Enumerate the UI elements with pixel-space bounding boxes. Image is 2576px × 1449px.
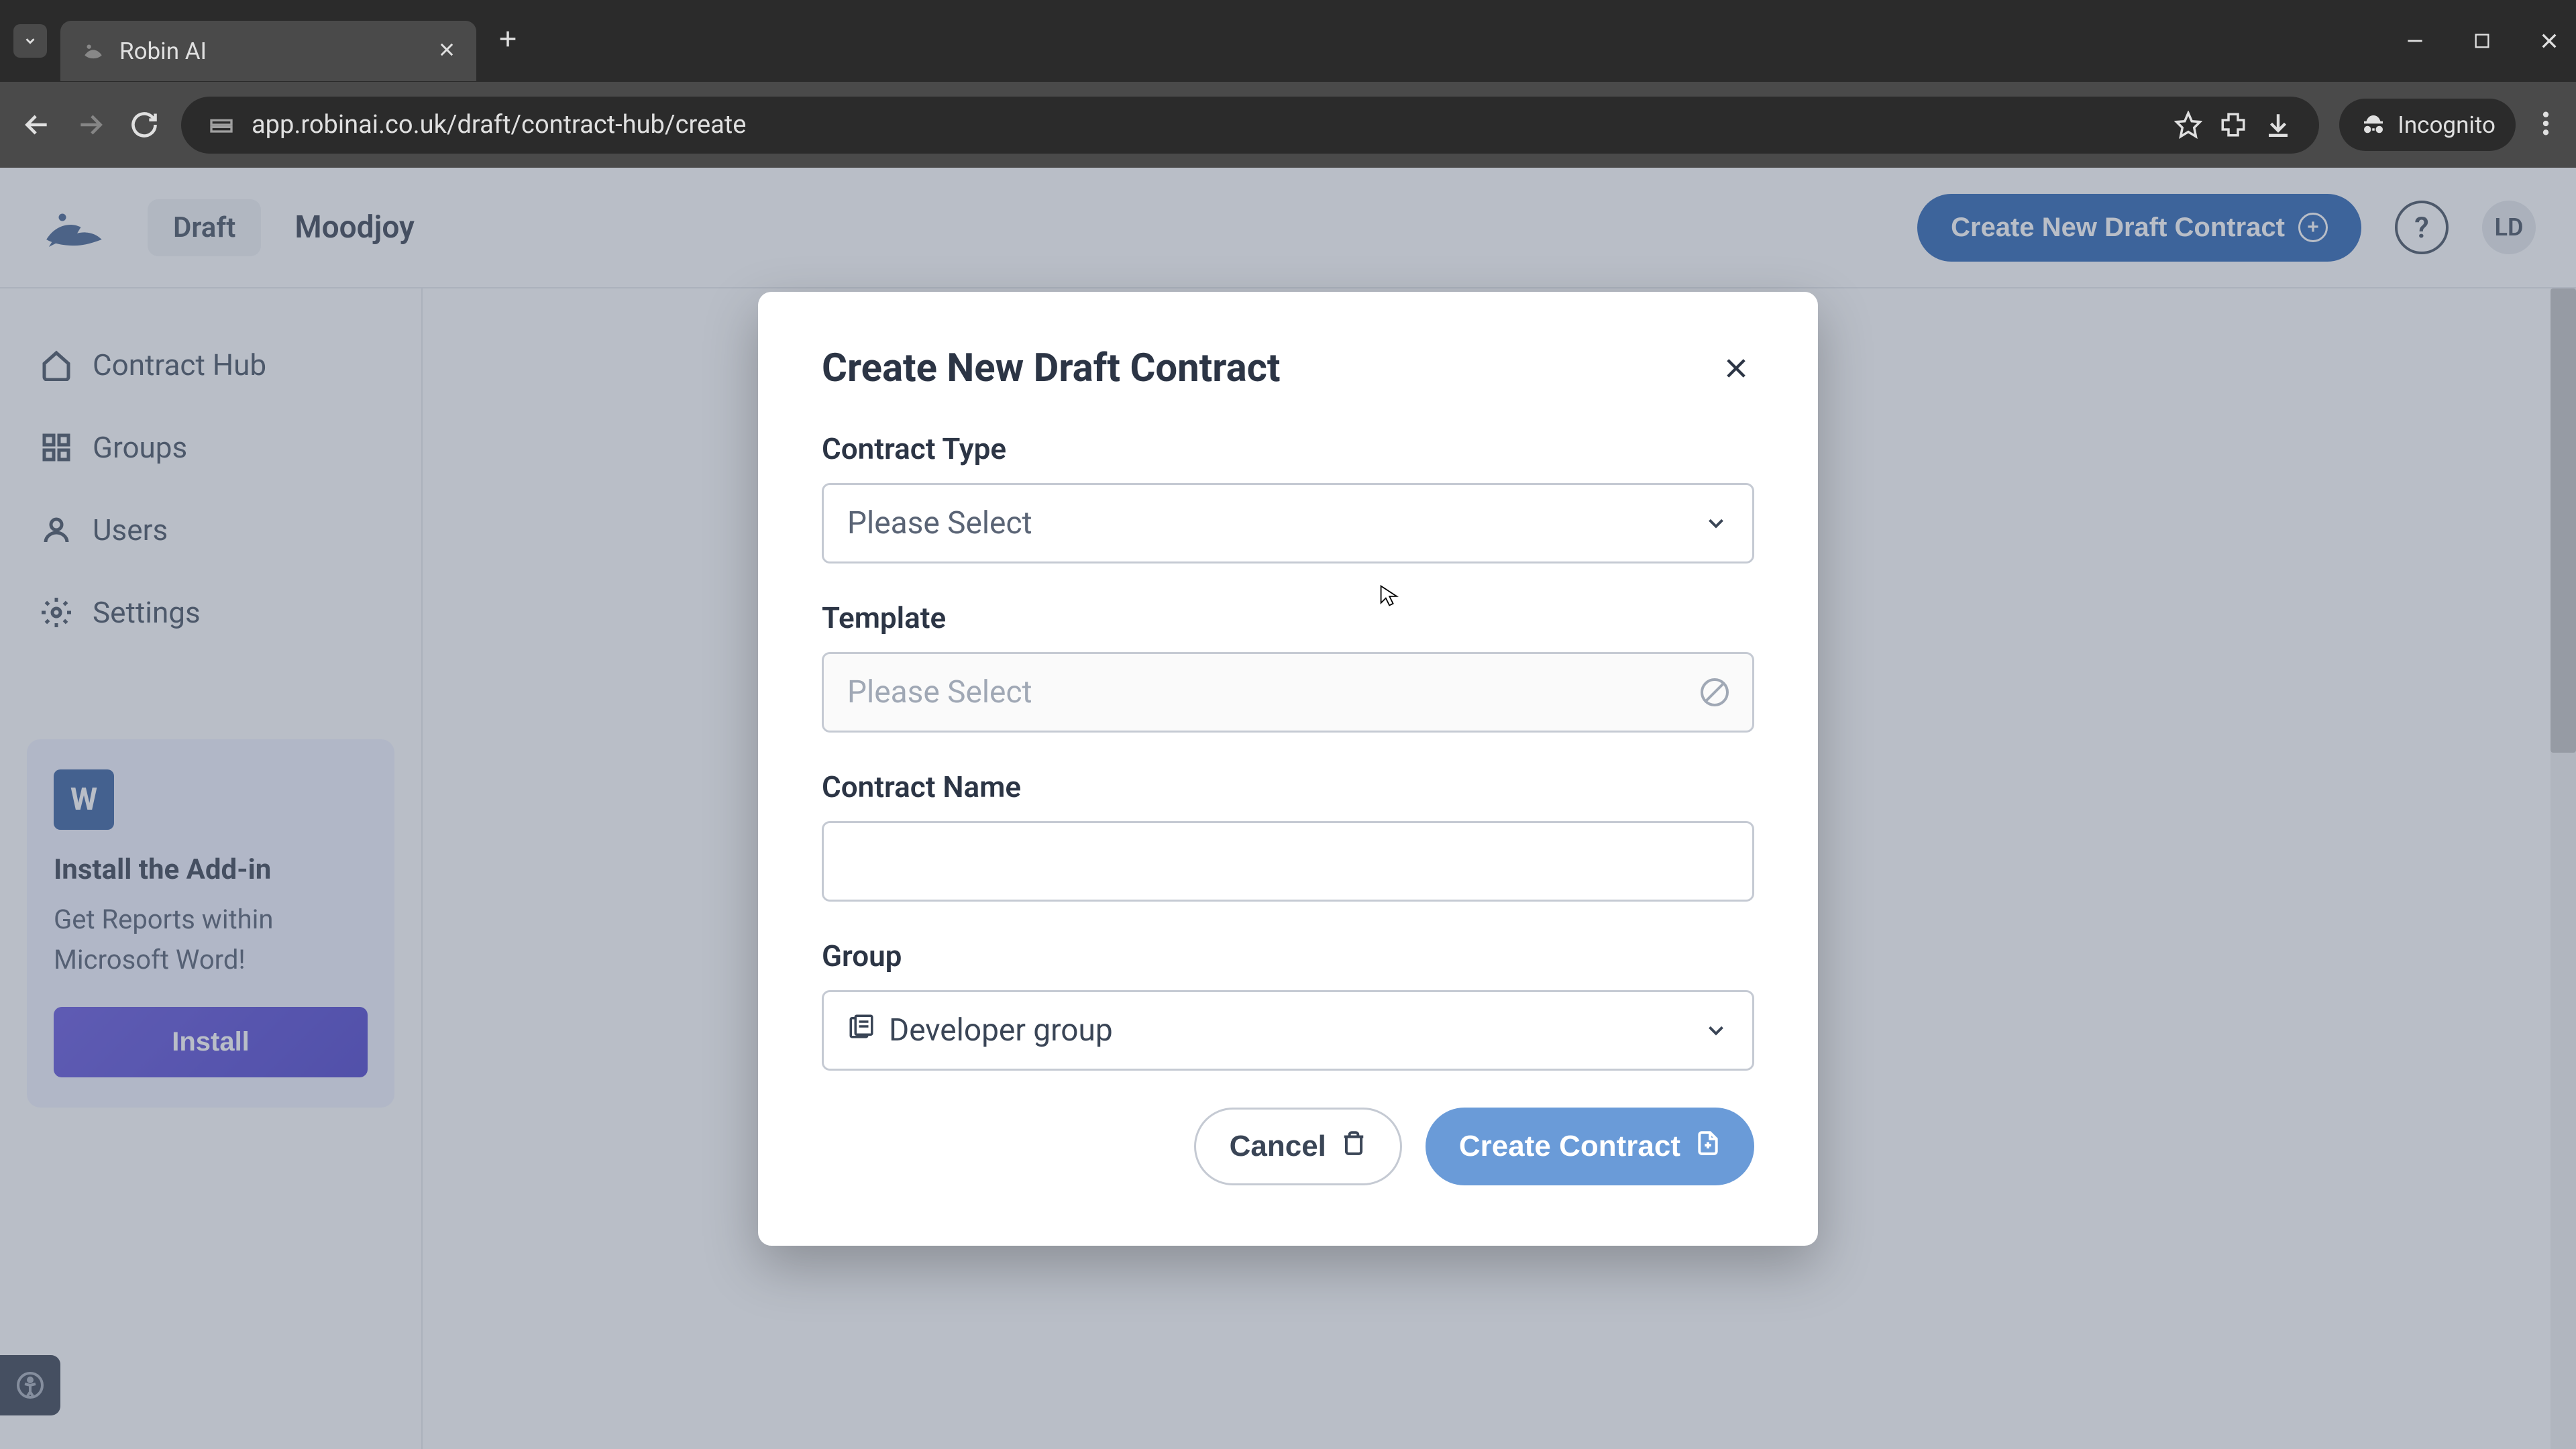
contract-name-label: Contract Name xyxy=(822,769,1754,804)
template-label: Template xyxy=(822,600,1754,635)
window-maximize-icon[interactable] xyxy=(2469,28,2496,54)
file-plus-icon xyxy=(1695,1130,1721,1163)
window-minimize-icon[interactable] xyxy=(2402,28,2428,54)
window-controls xyxy=(2402,28,2563,54)
create-contract-button[interactable]: Create Contract xyxy=(1426,1108,1754,1185)
template-select: Please Select xyxy=(822,652,1754,733)
contract-name-input[interactable] xyxy=(822,821,1754,902)
modal-close-button[interactable] xyxy=(1717,350,1754,387)
extensions-icon[interactable] xyxy=(2219,111,2247,139)
chevron-down-icon xyxy=(1703,511,1729,536)
nav-reload-button[interactable] xyxy=(127,108,161,142)
cancel-label: Cancel xyxy=(1230,1130,1326,1163)
browser-tab-active[interactable]: Robin AI xyxy=(60,21,476,81)
group-selected-value: Developer group xyxy=(889,1012,1113,1049)
site-info-icon[interactable] xyxy=(208,111,235,138)
submit-label: Create Contract xyxy=(1459,1130,1680,1163)
modal-title: Create New Draft Contract xyxy=(822,345,1280,391)
prohibited-icon xyxy=(1701,678,1729,706)
nav-forward-button[interactable] xyxy=(74,108,107,142)
cancel-button[interactable]: Cancel xyxy=(1194,1108,1402,1185)
bookmark-star-icon[interactable] xyxy=(2174,111,2202,139)
folder-icon xyxy=(847,1012,875,1049)
incognito-badge[interactable]: Incognito xyxy=(2339,99,2516,151)
address-bar[interactable]: app.robinai.co.uk/draft/contract-hub/cre… xyxy=(181,97,2319,154)
incognito-label: Incognito xyxy=(2398,111,2496,139)
browser-toolbar: app.robinai.co.uk/draft/contract-hub/cre… xyxy=(0,82,2576,168)
chevron-down-icon xyxy=(1703,1018,1729,1043)
nav-back-button[interactable] xyxy=(20,108,54,142)
new-tab-button[interactable] xyxy=(496,25,519,57)
create-contract-modal: Create New Draft Contract Contract Type … xyxy=(758,292,1818,1246)
contract-type-select[interactable]: Please Select xyxy=(822,483,1754,564)
trash-icon xyxy=(1341,1130,1366,1163)
browser-menu-icon[interactable] xyxy=(2536,103,2556,146)
url-text: app.robinai.co.uk/draft/contract-hub/cre… xyxy=(252,110,2157,140)
select-placeholder: Please Select xyxy=(847,505,1032,541)
select-placeholder: Please Select xyxy=(847,674,1032,710)
browser-tab-strip: Robin AI xyxy=(0,0,2576,82)
downloads-icon[interactable] xyxy=(2264,111,2292,139)
tab-search-dropdown[interactable] xyxy=(13,24,47,58)
tab-favicon-icon xyxy=(80,38,106,64)
group-label: Group xyxy=(822,938,1754,973)
contract-type-label: Contract Type xyxy=(822,431,1754,466)
tab-close-icon[interactable] xyxy=(437,37,456,65)
window-close-icon[interactable] xyxy=(2536,28,2563,54)
app-viewport: Draft Moodjoy Create New Draft Contract … xyxy=(0,168,2576,1449)
group-select[interactable]: Developer group xyxy=(822,990,1754,1071)
tab-title: Robin AI xyxy=(119,38,424,65)
